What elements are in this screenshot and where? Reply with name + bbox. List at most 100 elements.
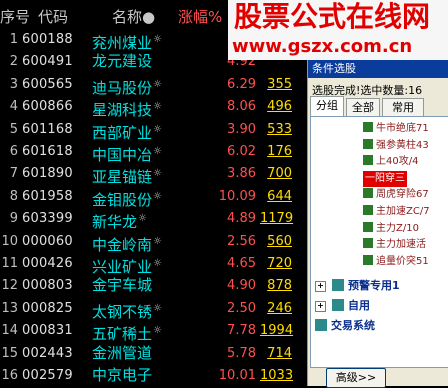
stock-change: 2.50 <box>227 300 256 316</box>
row-index: 13 <box>1 300 18 316</box>
formula-item[interactable]: 主力Z/10 <box>363 221 419 237</box>
stock-code: 601890 <box>22 166 73 182</box>
tab-all[interactable]: 全部 <box>346 98 380 116</box>
row-index: 9 <box>9 211 18 227</box>
formula-icon <box>363 205 373 215</box>
mark-icon: ☼ <box>153 258 162 269</box>
formula-item[interactable]: 主力加速活 <box>363 237 426 253</box>
tab-common[interactable]: 常用 <box>382 98 424 116</box>
stock-code: 000831 <box>22 323 73 339</box>
formula-label: 一阳穿三 <box>365 172 405 184</box>
stock-volume: 1033 <box>260 368 294 383</box>
stock-change: 3.90 <box>227 121 256 137</box>
stock-name: 龙元建设 <box>92 52 153 71</box>
mark-icon: ☼ <box>138 213 147 225</box>
stock-volume: 720 <box>267 256 292 271</box>
formula-icon <box>363 155 373 166</box>
formula-label: 周虎穿险67 <box>376 189 429 201</box>
stock-volume: 533 <box>267 121 292 137</box>
stock-code: 600866 <box>22 99 73 115</box>
stock-volume: 644 <box>267 188 292 204</box>
formula-icon <box>363 138 373 149</box>
row-index: 12 <box>1 278 18 294</box>
formula-item[interactable]: 一阳穿三 <box>363 170 407 187</box>
stock-change: 4.90 <box>227 278 256 294</box>
row-index: 16 <box>1 368 18 383</box>
mark-icon: ☼ <box>153 325 162 337</box>
stock-change: 5.78 <box>227 345 256 361</box>
stock-volume: 355 <box>267 76 292 92</box>
house-icon <box>332 279 344 291</box>
stock-code: 601618 <box>22 144 73 159</box>
stock-code: 002579 <box>22 368 73 383</box>
stock-change: 3.86 <box>227 166 256 182</box>
mark-icon: ☼ <box>153 34 162 45</box>
stock-code: 600565 <box>22 76 73 92</box>
condition-select-dialog: 条件选股 选股完成!选中数量:16 分组 全部 常用 牛市绝底71 强参黄柱43 上… <box>307 60 448 388</box>
stock-code: 600188 <box>22 32 73 47</box>
house-icon <box>315 319 327 331</box>
mark-icon: ☼ <box>153 302 162 314</box>
group-alert[interactable]: + 预警专用1 <box>315 277 400 295</box>
stock-volume: 1179 <box>260 211 294 227</box>
stock-volume: 246 <box>267 300 292 316</box>
formula-icon <box>363 238 373 249</box>
expand-icon[interactable]: + <box>315 301 326 312</box>
stock-code: 601168 <box>22 121 73 137</box>
formula-label: 追量价突51 <box>376 255 429 267</box>
mark-icon: ☼ <box>153 190 162 202</box>
stock-code: 601958 <box>22 188 73 204</box>
stock-volume: 878 <box>267 278 292 294</box>
group-trade-system[interactable]: 交易系统 <box>315 317 375 335</box>
formula-item[interactable]: 牛市绝底71 <box>363 121 429 137</box>
formula-label: 主力Z/10 <box>376 222 419 234</box>
stock-change: 4.89 <box>227 211 256 227</box>
row-index: 15 <box>1 345 18 361</box>
formula-label: 主加速ZC/7 <box>376 206 430 217</box>
header-name[interactable]: 名称● <box>112 6 155 26</box>
stock-code: 600491 <box>22 54 73 70</box>
header-change[interactable]: 涨幅% <box>178 6 222 26</box>
row-index: 7 <box>9 166 18 182</box>
mark-icon: ☼ <box>153 123 162 135</box>
formula-icon <box>363 188 373 199</box>
stock-change: 10.09 <box>218 188 256 204</box>
stock-change: 2.56 <box>227 233 256 249</box>
stock-name: 中京电子 <box>92 366 153 384</box>
mark-icon: ☼ <box>153 101 162 113</box>
stock-change: 6.29 <box>227 76 256 92</box>
tab-group[interactable]: 分组 <box>310 96 344 116</box>
row-index: 2 <box>9 54 18 70</box>
row-index: 10 <box>1 233 18 249</box>
header-code[interactable]: 代码 <box>38 6 68 26</box>
formula-item[interactable]: 主加速ZC/7 <box>363 204 430 220</box>
formula-label: 强参黄柱43 <box>376 139 429 151</box>
stock-code: 000803 <box>22 278 73 294</box>
stock-change: 4.65 <box>227 256 256 271</box>
header-index[interactable]: 序号 <box>0 6 30 26</box>
formula-item[interactable]: 追量价突51 <box>363 254 429 270</box>
stock-name: 金洲管道 <box>92 343 153 362</box>
formula-label: 牛市绝底71 <box>376 123 429 134</box>
group-custom-label: 自用 <box>348 299 370 312</box>
formula-item[interactable]: 强参黄柱43 <box>363 138 429 154</box>
group-custom[interactable]: + 自用 <box>315 297 370 315</box>
mark-icon: ☼ <box>153 146 162 157</box>
watermark-title: 股票公式在线网 <box>234 0 431 33</box>
stock-code: 000060 <box>22 233 73 249</box>
formula-item[interactable]: 周虎穿险67 <box>363 187 429 203</box>
expand-icon[interactable]: + <box>315 281 326 292</box>
row-index: 14 <box>1 323 18 339</box>
stock-change: 6.02 <box>227 144 256 159</box>
mark-icon: ☼ <box>153 168 162 180</box>
mark-icon: ☼ <box>153 235 162 247</box>
formula-label: 上40攻/4 <box>376 156 419 168</box>
formula-item[interactable]: 上40攻/4 <box>363 154 418 170</box>
stock-volume: 714 <box>267 345 292 361</box>
stock-volume: 176 <box>267 144 292 159</box>
row-index: 8 <box>9 188 18 204</box>
stock-code: 000825 <box>22 300 73 316</box>
advanced-button[interactable]: 高级>> <box>326 368 386 388</box>
stock-volume: 496 <box>267 99 292 115</box>
stock-volume: 1994 <box>260 323 294 339</box>
